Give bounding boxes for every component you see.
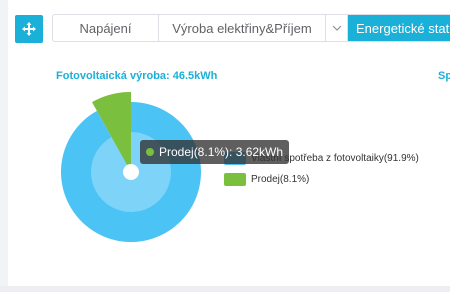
bottom-strip — [0, 286, 450, 292]
chart-tooltip: Prodej(8.1%): 3.62kWh — [140, 140, 290, 164]
legend-swatch-prodej — [224, 173, 246, 186]
legend-label-prodej: Prodej(8.1%) — [251, 174, 310, 185]
tooltip-dot — [146, 148, 154, 156]
tooltip-text: Prodej(8.1%): 3.62kWh — [159, 145, 284, 159]
legend-item-prodej[interactable]: Prodej(8.1%) — [224, 173, 309, 186]
pie-center-hole — [123, 164, 139, 180]
